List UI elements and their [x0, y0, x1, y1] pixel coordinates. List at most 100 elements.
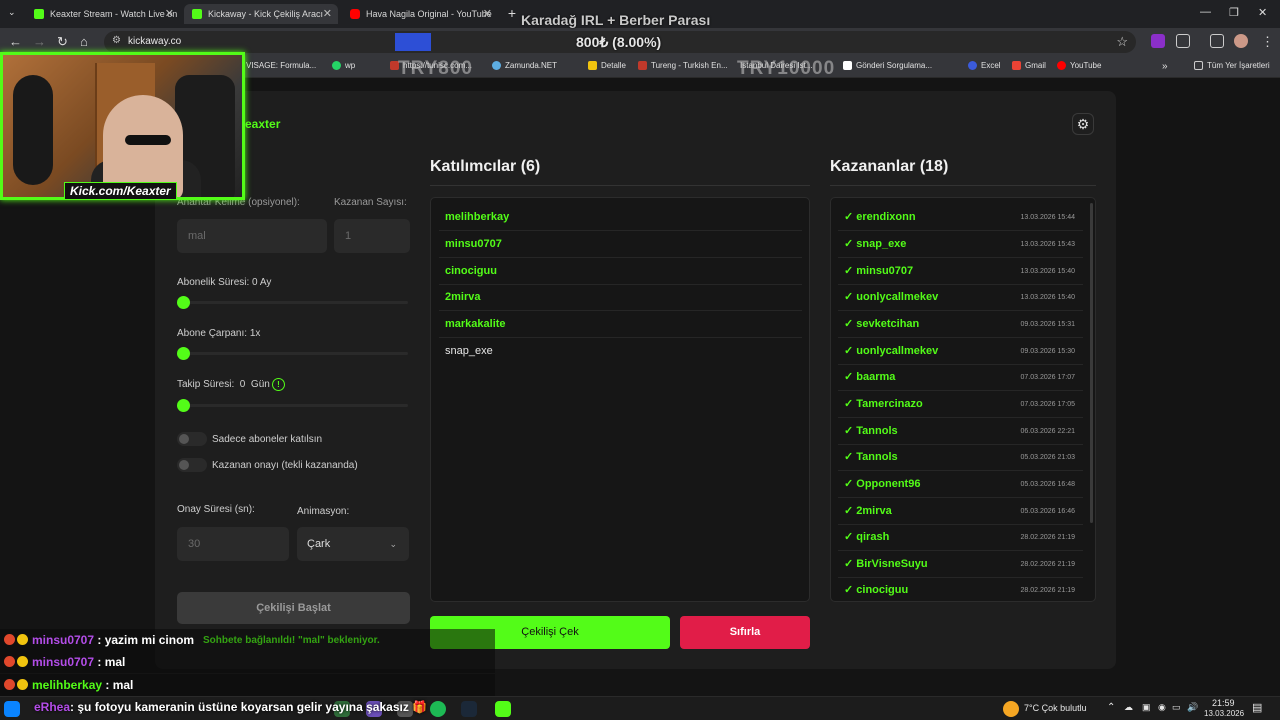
start-icon[interactable] — [4, 701, 20, 717]
tray-icon[interactable]: ◉ — [1158, 702, 1166, 713]
globe-icon — [492, 61, 501, 70]
chevron-up-icon[interactable]: ⌃ — [1107, 702, 1115, 713]
participant-row[interactable]: markakalite — [439, 311, 802, 338]
participant-row[interactable]: 2mirva — [439, 284, 802, 311]
winner-row[interactable]: ✓ erendixonn 13.03.2026 15:44 — [838, 204, 1083, 231]
divider — [430, 185, 810, 186]
winner-row[interactable]: ✓ sevketcihan 09.03.2026 15:31 — [838, 311, 1083, 338]
winner-row[interactable]: ✓ baarma 07.03.2026 17:07 — [838, 364, 1083, 391]
multiplier-slider[interactable] — [177, 347, 408, 360]
clock-time[interactable]: 21:59 — [1212, 698, 1235, 708]
settings-gear-icon[interactable]: ⚙ — [1072, 113, 1094, 135]
reading-list-icon[interactable] — [1210, 34, 1224, 48]
bookmark-item[interactable]: Detalle — [588, 61, 626, 70]
follow-slider[interactable] — [177, 399, 408, 412]
bookmark-star-icon[interactable]: ☆ — [1116, 34, 1128, 50]
extensions-puzzle-icon[interactable] — [1176, 34, 1190, 48]
winner-row[interactable]: ✓ uonlycallmekev 09.03.2026 15:30 — [838, 338, 1083, 365]
back-icon[interactable]: ← — [9, 34, 22, 49]
subscription-slider[interactable] — [177, 296, 408, 309]
bookmark-item[interactable]: Gönderi Sorgulama... — [843, 61, 932, 70]
extension-icon[interactable] — [1151, 34, 1165, 48]
participant-row[interactable]: minsu0707 — [439, 231, 802, 258]
chat-message: minsu0707 : mal — [0, 651, 495, 673]
winner-row[interactable]: ✓ cinociguu 28.02.2026 21:19 — [838, 577, 1083, 601]
keyword-input[interactable]: mal — [177, 219, 327, 253]
forward-icon[interactable]: → — [33, 34, 46, 49]
slider-knob[interactable] — [177, 347, 190, 360]
winner-row[interactable]: ✓ snap_exe 13.03.2026 15:43 — [838, 231, 1083, 258]
bookmark-item[interactable]: VISAGE: Formula... — [246, 61, 316, 70]
winner-row[interactable]: ✓ Tamercinazo 07.03.2026 17:05 — [838, 391, 1083, 418]
goal-end-label: TRY10000 — [737, 58, 836, 79]
tab-kickaway[interactable]: Kickaway - Kick Çekiliş Aracı ✕ — [184, 4, 338, 24]
bookmark-item[interactable]: YouTube — [1057, 61, 1101, 70]
all-bookmarks-folder[interactable]: Tüm Yer İşaretleri — [1194, 61, 1270, 70]
weather-text[interactable]: 7°C Çok bulutlu — [1024, 703, 1087, 713]
start-giveaway-button[interactable]: Çekilişi Başlat — [177, 592, 410, 624]
kick-app-icon[interactable] — [495, 701, 511, 717]
tray-icon[interactable]: ▣ — [1142, 702, 1151, 713]
stream-title-overlay: Karadağ IRL + Berber Parası — [521, 12, 711, 28]
minimize-icon[interactable]: — — [1200, 6, 1211, 18]
tab-search-icon[interactable]: ⌄ — [8, 7, 16, 18]
bookmark-item[interactable]: Excel — [968, 61, 1001, 70]
badge-icon — [17, 656, 28, 667]
close-tab-icon[interactable]: ✕ — [165, 7, 174, 20]
winner-confirm-label: Kazanan onayı (tekli kazananda) — [212, 460, 358, 471]
subscription-label: Abonelik Süresi: 0 Ay — [177, 277, 272, 288]
winner-row[interactable]: ✓ Opponent96 05.03.2026 16:48 — [838, 471, 1083, 498]
kick-favicon-icon — [34, 9, 44, 19]
tab-youtube[interactable]: Hava Nagila Original - YouTube ✕ — [342, 4, 498, 24]
new-tab-button[interactable]: + — [504, 5, 520, 21]
winners-scrollbar[interactable] — [1090, 203, 1093, 523]
tab-keaxter-stream[interactable]: Keaxter Stream - Watch Live on ✕ — [26, 4, 180, 24]
notification-icon[interactable]: ▤ — [1252, 701, 1262, 714]
close-window-icon[interactable]: ✕ — [1258, 6, 1267, 19]
close-tab-icon[interactable]: ✕ — [483, 7, 492, 20]
winner-row[interactable]: ✓ BirVisneSuyu 28.02.2026 21:19 — [838, 551, 1083, 578]
winner-count-input[interactable]: 1 — [334, 219, 410, 253]
weather-icon[interactable] — [1003, 701, 1019, 717]
winner-row[interactable]: ✓ minsu0707 13.03.2026 15:40 — [838, 258, 1083, 285]
winner-confirm-toggle[interactable] — [177, 458, 207, 472]
more-bookmarks-icon[interactable]: » — [1162, 61, 1168, 72]
bookmark-item[interactable]: Gmail — [1012, 61, 1046, 70]
bookmark-item[interactable]: Zamunda.NET — [492, 61, 557, 70]
profile-avatar-icon[interactable] — [1234, 34, 1248, 48]
tureng-icon — [638, 61, 647, 70]
tray-icon[interactable]: ☁ — [1124, 702, 1133, 713]
winner-row[interactable]: ✓ Tannols 06.03.2026 22:21 — [838, 418, 1083, 445]
network-icon[interactable]: ▭ — [1172, 702, 1181, 713]
participant-row[interactable]: melihberkay — [439, 204, 802, 231]
subs-only-toggle[interactable] — [177, 432, 207, 446]
site-info-icon[interactable]: ⚙ — [112, 35, 121, 46]
winner-row[interactable]: ✓ Tannols 05.03.2026 21:03 — [838, 444, 1083, 471]
whatsapp-icon — [332, 61, 341, 70]
spotify-icon[interactable] — [430, 701, 446, 717]
close-tab-icon[interactable]: ✕ — [323, 7, 332, 20]
animation-select[interactable]: Çark ⌄ — [297, 527, 409, 561]
confirm-time-input[interactable]: 30 — [177, 527, 289, 561]
home-icon[interactable]: ⌂ — [80, 34, 88, 49]
webcam-sunglasses — [125, 135, 171, 145]
clock-date[interactable]: 13.03.2026 — [1204, 709, 1244, 718]
winner-row[interactable]: ✓ 2mirva 05.03.2026 16:46 — [838, 498, 1083, 525]
excel-icon — [968, 61, 977, 70]
bookmark-item[interactable]: Tureng - Turkish En... — [638, 61, 728, 70]
winner-row[interactable]: ✓ qirash 28.02.2026 21:19 — [838, 524, 1083, 551]
steam-icon[interactable] — [461, 701, 477, 717]
reload-icon[interactable]: ↻ — [57, 34, 68, 50]
volume-icon[interactable]: 🔊 — [1187, 702, 1198, 713]
info-icon[interactable]: ! — [272, 378, 285, 391]
subs-only-label: Sadece aboneler katılsın — [212, 434, 323, 445]
slider-knob[interactable] — [177, 399, 190, 412]
bookmark-item[interactable]: wp — [332, 61, 355, 70]
maximize-icon[interactable]: ❐ — [1229, 6, 1239, 19]
reset-button[interactable]: Sıfırla — [680, 616, 810, 649]
participant-row[interactable]: cinociguu — [439, 258, 802, 285]
slider-knob[interactable] — [177, 296, 190, 309]
menu-kebab-icon[interactable]: ⋮ — [1261, 34, 1274, 50]
winner-row[interactable]: ✓ uonlycallmekev 13.03.2026 15:40 — [838, 284, 1083, 311]
participant-row[interactable]: snap_exe — [439, 338, 802, 365]
